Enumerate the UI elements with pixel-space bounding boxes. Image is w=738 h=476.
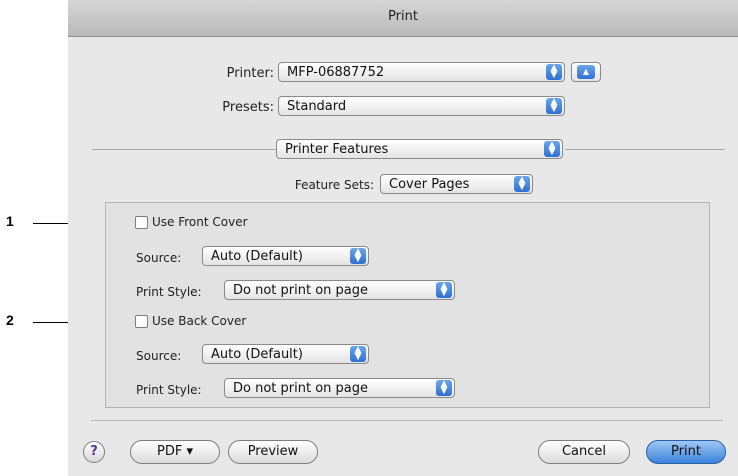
back-source-label: Source: (136, 349, 182, 363)
back-source-value: Auto (Default) (211, 347, 303, 362)
feature-sets-value: Cover Pages (389, 177, 470, 192)
use-back-cover-label: Use Back Cover (152, 314, 247, 328)
section-popup[interactable]: Printer Features ▲ ▼ (276, 139, 563, 159)
updown-arrows-icon: ▲ ▼ (350, 248, 366, 264)
use-front-cover-label: Use Front Cover (152, 215, 248, 229)
front-print-style-popup[interactable]: Do not print on page ▲ ▼ (224, 280, 455, 300)
feature-sets-popup[interactable]: Cover Pages ▲ ▼ (380, 174, 533, 194)
feature-sets-label: Feature Sets: (294, 178, 374, 192)
callout-2: 2 (6, 312, 14, 328)
footer-divider (91, 420, 723, 421)
title-bar[interactable]: Print (68, 0, 738, 37)
front-source-popup[interactable]: Auto (Default) ▲ ▼ (202, 246, 369, 266)
front-print-style-value: Do not print on page (233, 283, 368, 298)
section-value: Printer Features (285, 142, 389, 157)
presets-label: Presets: (222, 100, 274, 115)
updown-arrows-icon: ▲ ▼ (350, 346, 366, 362)
back-print-style-label: Print Style: (136, 383, 202, 397)
print-button[interactable]: Print (646, 440, 726, 464)
section-divider-left (92, 149, 276, 150)
section-divider-right (565, 149, 725, 150)
printer-popup[interactable]: MFP-06887752 ▲ ▼ (278, 62, 565, 82)
updown-arrows-icon: ▲ ▼ (436, 282, 452, 298)
presets-popup[interactable]: Standard ▲ ▼ (278, 96, 565, 116)
help-button[interactable]: ? (83, 441, 105, 463)
preview-button[interactable]: Preview (228, 440, 318, 464)
printer-label: Printer: (226, 66, 274, 81)
cancel-button[interactable]: Cancel (538, 440, 630, 464)
use-back-cover-checkbox[interactable] (135, 315, 148, 328)
collapse-disclosure-button[interactable]: ▲ (571, 62, 601, 82)
updown-arrows-icon: ▲ ▼ (436, 380, 452, 396)
back-print-style-popup[interactable]: Do not print on page ▲ ▼ (224, 378, 455, 398)
presets-value: Standard (287, 99, 347, 114)
callout-1: 1 (6, 213, 14, 229)
updown-arrows-icon: ▲ ▼ (544, 141, 560, 157)
back-print-style-value: Do not print on page (233, 381, 368, 396)
use-front-cover-checkbox[interactable] (135, 216, 148, 229)
updown-arrows-icon: ▲ ▼ (546, 98, 562, 114)
triangle-up-icon: ▲ (577, 65, 595, 79)
print-dialog: Print Printer: MFP-06887752 ▲ ▼ ▲ Presets… (68, 0, 738, 476)
updown-arrows-icon: ▲ ▼ (546, 64, 562, 80)
front-source-label: Source: (136, 251, 182, 265)
pdf-menu-button[interactable]: PDF ▾ (130, 440, 220, 464)
front-source-value: Auto (Default) (211, 249, 303, 264)
updown-arrows-icon: ▲ ▼ (514, 176, 530, 192)
front-print-style-label: Print Style: (136, 285, 202, 299)
printer-value: MFP-06887752 (287, 65, 385, 80)
dialog-title: Print (388, 9, 418, 24)
back-source-popup[interactable]: Auto (Default) ▲ ▼ (202, 344, 369, 364)
